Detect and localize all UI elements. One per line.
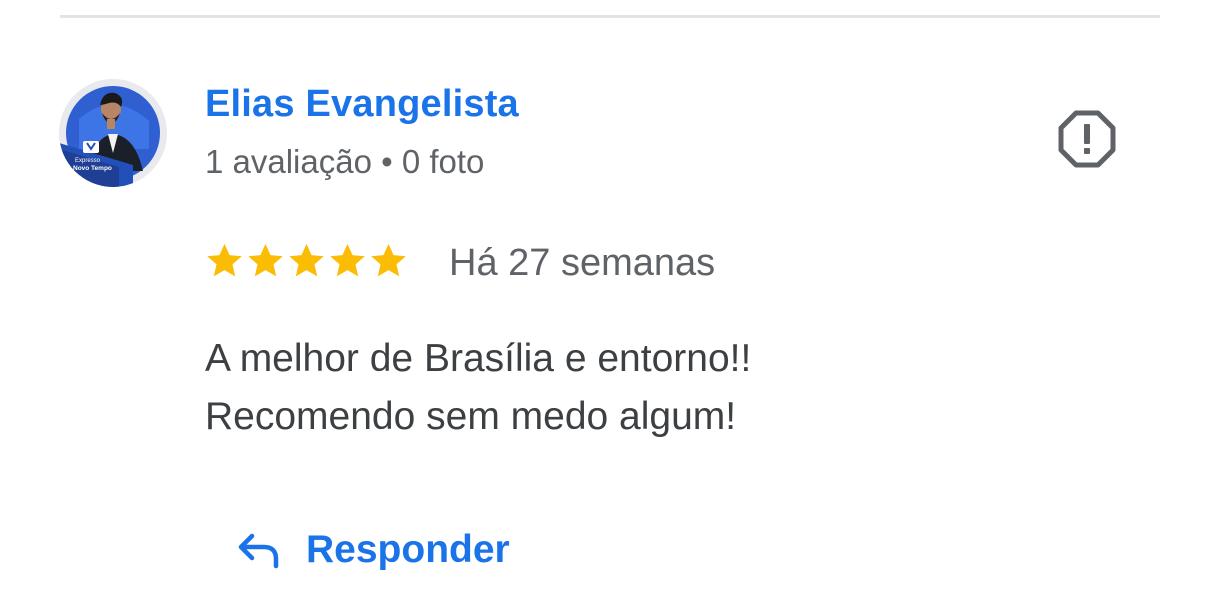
reply-button[interactable]: Responder bbox=[226, 518, 520, 582]
avatar-logo-line2: Novo Tempo bbox=[73, 165, 112, 172]
report-flag-icon[interactable] bbox=[1058, 110, 1116, 168]
avatar[interactable]: Expresso Novo Tempo bbox=[59, 79, 167, 187]
top-divider bbox=[60, 15, 1160, 18]
star-icon bbox=[289, 243, 324, 277]
star-icon bbox=[248, 243, 283, 277]
review-time: Há 27 semanas bbox=[449, 242, 716, 284]
avatar-logo-line1: Expresso bbox=[75, 158, 101, 164]
star-icon bbox=[330, 243, 365, 277]
star-icon bbox=[207, 243, 242, 277]
reply-arrow-icon bbox=[238, 533, 279, 569]
avatar-image: Expresso Novo Tempo bbox=[59, 79, 167, 187]
reviewer-meta: 1 avaliação • 0 foto bbox=[205, 143, 485, 180]
star-rating bbox=[205, 241, 408, 280]
reviewer-name[interactable]: Elias Evangelista bbox=[205, 83, 519, 126]
reply-label: Responder bbox=[306, 528, 510, 571]
review-text: A melhor de Brasília e entorno!! Recomen… bbox=[205, 330, 751, 446]
review-text-line: Recomendo sem medo algum! bbox=[205, 395, 737, 438]
star-icon bbox=[371, 243, 406, 277]
review-text-line: A melhor de Brasília e entorno!! bbox=[205, 337, 752, 380]
